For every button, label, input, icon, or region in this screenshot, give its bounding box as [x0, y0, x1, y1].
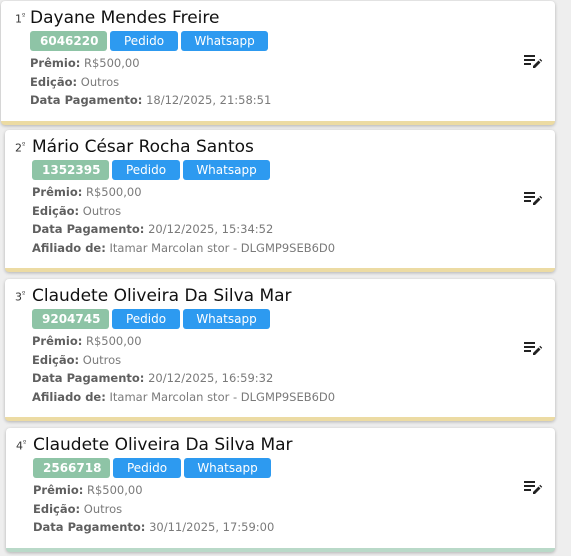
playlist-edit-icon-svg: [524, 192, 543, 205]
playlist-edit-icon[interactable]: [523, 53, 543, 71]
winner-details: Prêmio: R$500,00 Edição: Outros Data Pag…: [32, 332, 555, 406]
winner-header: 2º Mário César Rocha Santos: [15, 139, 555, 156]
winner-details: Prêmio: R$500,00 Edição: Outros Data Pag…: [30, 54, 555, 110]
playlist-edit-icon-svg: [524, 481, 543, 494]
winner-card: 3º Claudete Oliveira Da Silva Mar 920474…: [5, 279, 555, 421]
data-pagamento-row: Data Pagamento: 20/12/2025, 15:34:52: [32, 222, 274, 236]
winner-card: 4º Claudete Oliveira Da Silva Mar 256671…: [6, 428, 555, 552]
data-pagamento-row: Data Pagamento: 30/11/2025, 17:59:00: [33, 520, 275, 534]
winner-rank: 3º: [15, 290, 26, 304]
ticket-code-badge: 1352395: [32, 160, 109, 180]
winner-name: Dayane Mendes Freire: [30, 8, 220, 28]
playlist-edit-icon[interactable]: [523, 479, 543, 497]
winner-header: 3º Claudete Oliveira Da Silva Mar: [15, 288, 555, 305]
edicao-row: Edição: Outros: [33, 501, 123, 516]
pedido-button[interactable]: Pedido: [110, 31, 178, 51]
whatsapp-button[interactable]: Whatsapp: [181, 31, 268, 51]
edicao-row: Edição: Outros: [32, 352, 122, 367]
winner-rank: 1º: [15, 12, 26, 26]
winner-details: Prêmio: R$500,00 Edição: Outros Data Pag…: [32, 183, 555, 257]
winner-chips: 9204745 Pedido Whatsapp: [32, 309, 555, 329]
afiliado-row: Afiliado de: Itamar Marcolan stor - DLGM…: [32, 389, 336, 404]
ticket-code-badge: 6046220: [30, 31, 107, 51]
winner-details: Prêmio: R$500,00 Edição: Outros Data Pag…: [33, 481, 555, 537]
winners-list: 1º Dayane Mendes Freire 6046220 Pedido W…: [0, 0, 571, 556]
winner-name: Claudete Oliveira Da Silva Mar: [33, 435, 293, 455]
whatsapp-button[interactable]: Whatsapp: [183, 309, 270, 329]
winner-header: 1º Dayane Mendes Freire: [15, 10, 555, 27]
premio-row: Prêmio: R$500,00: [30, 56, 140, 70]
playlist-edit-icon-svg: [524, 55, 543, 68]
winner-header: 4º Claudete Oliveira Da Silva Mar: [16, 437, 555, 454]
premio-row: Prêmio: R$500,00: [32, 185, 142, 199]
premio-row: Prêmio: R$500,00: [33, 483, 143, 497]
winner-chips: 1352395 Pedido Whatsapp: [32, 160, 555, 180]
ticket-code-badge: 2566718: [33, 458, 110, 478]
winner-chips: 6046220 Pedido Whatsapp: [30, 31, 555, 51]
playlist-edit-icon[interactable]: [523, 340, 543, 358]
premio-row: Prêmio: R$500,00: [32, 334, 142, 348]
winner-card: 2º Mário César Rocha Santos 1352395 Pedi…: [5, 130, 555, 272]
winner-rank: 2º: [15, 141, 26, 155]
edicao-row: Edição: Outros: [30, 74, 120, 89]
playlist-edit-icon-svg: [524, 342, 543, 355]
playlist-edit-icon[interactable]: [523, 190, 543, 208]
whatsapp-button[interactable]: Whatsapp: [183, 160, 270, 180]
data-pagamento-row: Data Pagamento: 20/12/2025, 16:59:32: [32, 371, 274, 385]
winner-name: Mário César Rocha Santos: [32, 137, 254, 157]
data-pagamento-row: Data Pagamento: 18/12/2025, 21:58:51: [30, 93, 272, 107]
pedido-button[interactable]: Pedido: [112, 309, 180, 329]
winner-name: Claudete Oliveira Da Silva Mar: [32, 286, 292, 306]
edicao-row: Edição: Outros: [32, 203, 122, 218]
winner-chips: 2566718 Pedido Whatsapp: [33, 458, 555, 478]
winner-rank: 4º: [16, 439, 27, 453]
winner-card: 1º Dayane Mendes Freire 6046220 Pedido W…: [1, 1, 555, 125]
ticket-code-badge: 9204745: [32, 309, 109, 329]
pedido-button[interactable]: Pedido: [112, 160, 180, 180]
afiliado-row: Afiliado de: Itamar Marcolan stor - DLGM…: [32, 240, 336, 255]
whatsapp-button[interactable]: Whatsapp: [184, 458, 271, 478]
pedido-button[interactable]: Pedido: [113, 458, 181, 478]
